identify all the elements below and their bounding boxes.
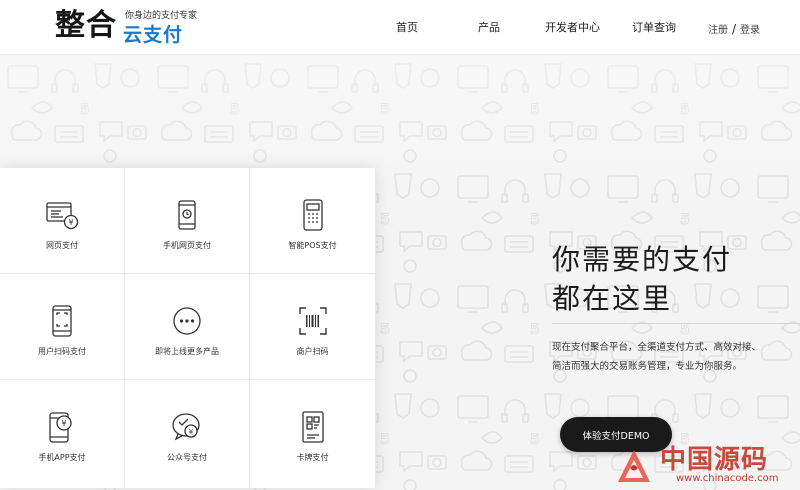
hero-title-line-1: 你需要的支付: [552, 243, 733, 276]
service-card-pay[interactable]: 卡牌支付: [250, 380, 376, 488]
pos-terminal-icon: [302, 199, 323, 231]
service-official-account-pay[interactable]: ¥ 公众号支付: [125, 380, 250, 488]
hero-title: 你需要的支付 都在这里: [552, 240, 732, 318]
mobile-web-pay-icon: [178, 200, 196, 230]
service-smart-pos[interactable]: 智能POS支付: [250, 168, 376, 274]
watermark-logo-icon: [618, 450, 650, 482]
service-label: 卡牌支付: [296, 453, 329, 462]
service-label: 手机网页支付: [163, 241, 211, 250]
service-label: 商户扫码: [296, 347, 329, 356]
service-label: 智能POS支付: [288, 241, 337, 250]
nav-developer-center[interactable]: 开发者中心: [545, 19, 600, 35]
merchant-scan-icon: [298, 307, 327, 335]
hero-title-line-2: 都在这里: [552, 282, 673, 315]
service-mobile-web-pay[interactable]: 手机网页支付: [125, 168, 250, 274]
service-mobile-app-pay[interactable]: ¥ 手机APP支付: [0, 380, 125, 488]
nav-products[interactable]: 产品: [478, 19, 500, 35]
auth-links: 注册 / 登录: [708, 21, 760, 36]
service-merchant-scan[interactable]: 商户扫码: [250, 274, 376, 380]
web-pay-icon: ¥: [46, 202, 79, 230]
nav-order-query[interactable]: 订单查询: [632, 19, 676, 35]
user-scan-pay-icon: [52, 305, 72, 337]
logo-main-text: 整合: [55, 8, 117, 43]
site-logo[interactable]: 整合 你身边的支付专家 云支付: [55, 6, 205, 48]
service-coming-soon[interactable]: 即将上线更多产品: [125, 274, 250, 380]
top-header: 整合 你身边的支付专家 云支付 首页 产品 开发者中心 订单查询 注册 / 登录: [0, 0, 800, 55]
service-grid: ¥ 网页支付 手机网页支付 智能POS支付 用户扫码支付 即将上线更多产品 商户…: [0, 168, 376, 488]
service-label: 手机APP支付: [38, 453, 86, 462]
watermark-text: 中国源码: [660, 445, 769, 475]
service-user-scan-pay[interactable]: 用户扫码支付: [0, 274, 125, 380]
svg-text:¥: ¥: [189, 428, 194, 436]
more-icon: [173, 307, 201, 335]
logo-sub-text: 云支付: [123, 24, 184, 46]
svg-text:¥: ¥: [68, 218, 73, 227]
svg-text:¥: ¥: [61, 419, 66, 428]
nav-home[interactable]: 首页: [396, 19, 418, 35]
watermark-url: www.chinacode.com: [676, 473, 779, 484]
mobile-app-pay-icon: ¥: [49, 412, 72, 443]
hero-desc-line-1: 现在支付聚合平台，全渠道支付方式、高效对接、: [552, 342, 762, 353]
service-label: 网页支付: [46, 241, 78, 250]
service-label: 即将上线更多产品: [155, 347, 219, 356]
register-link[interactable]: 注册: [708, 25, 728, 36]
official-account-pay-icon: ¥: [172, 413, 200, 441]
hero-desc-line-2: 简洁而强大的交易账务管理，专业为你服务。: [552, 361, 743, 372]
hero-divider: [552, 323, 800, 324]
hero-description: 现在支付聚合平台，全渠道支付方式、高效对接、 简洁而强大的交易账务管理，专业为你…: [552, 338, 761, 376]
auth-separator: /: [732, 22, 737, 36]
service-label: 公众号支付: [167, 453, 207, 462]
service-web-pay[interactable]: ¥ 网页支付: [0, 168, 125, 274]
service-label: 用户扫码支付: [38, 347, 86, 356]
login-link[interactable]: 登录: [740, 25, 760, 36]
card-pay-icon: [301, 411, 324, 443]
